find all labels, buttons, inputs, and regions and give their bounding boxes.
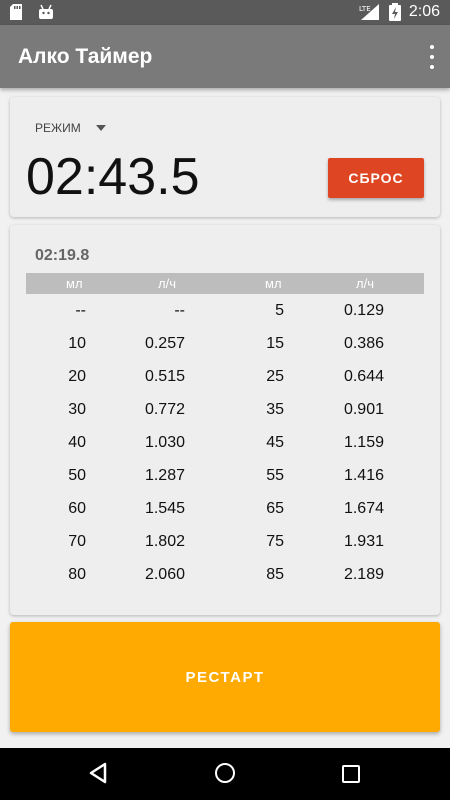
cell: 55: [266, 467, 284, 484]
restart-button[interactable]: РЕСТАРТ: [10, 622, 440, 732]
cell: 80: [68, 566, 86, 583]
table-row: 50 1.287 55 1.416: [10, 465, 440, 498]
timer-card: РЕЖИМ 02:43.5 СБРОС: [10, 97, 440, 217]
header-rate-1: л/ч: [158, 276, 176, 291]
table-row: 60 1.545 65 1.674: [10, 498, 440, 531]
sd-card-icon: [10, 4, 22, 20]
cell: 10: [68, 335, 86, 352]
table-row: 30 0.772 35 0.901: [10, 399, 440, 432]
cell: 2.060: [144, 566, 185, 583]
cell: 1.802: [144, 533, 185, 550]
cell: 25: [266, 368, 284, 385]
cell: 1.030: [144, 434, 185, 451]
table-row: 10 0.257 15 0.386: [10, 333, 440, 366]
cell: 0.386: [343, 335, 384, 352]
clock: 2:06: [408, 3, 440, 20]
cell: 70: [68, 533, 86, 550]
status-bar: LTE 2:06: [0, 0, 450, 25]
app-bar: Алко Таймер: [0, 25, 450, 88]
chevron-down-icon[interactable]: [96, 125, 106, 131]
cell: 75: [266, 533, 284, 550]
table-header: мл л/ч мл л/ч: [26, 273, 424, 294]
header-ml-2: мл: [265, 276, 282, 291]
cell: 65: [266, 500, 284, 517]
table-body[interactable]: -- -- 5 0.129 10 0.257 15 0.386 20 0.515 25 0.644…: [10, 300, 440, 597]
network-label: LTE: [359, 5, 371, 13]
cell: 85: [266, 566, 284, 583]
cell: 2.189: [343, 566, 384, 583]
table-row: 80 2.060 85 2.189: [10, 564, 440, 597]
cell: 0.515: [144, 368, 185, 385]
reset-button[interactable]: СБРОС: [328, 158, 424, 198]
cell: --: [75, 302, 86, 319]
cell: 60: [68, 500, 86, 517]
table-row: 20 0.515 25 0.644: [10, 366, 440, 399]
recents-icon[interactable]: [342, 765, 360, 783]
cell: 1.416: [343, 467, 384, 484]
app-title: Алко Таймер: [18, 45, 153, 68]
cell: 0.257: [144, 335, 185, 352]
cell: --: [174, 302, 185, 319]
cell: 1.931: [343, 533, 384, 550]
signal-icon: LTE: [359, 4, 379, 20]
table-row: -- -- 5 0.129: [10, 300, 440, 333]
cell: 1.287: [144, 467, 185, 484]
cell: 1.545: [144, 500, 185, 517]
cell: 15: [266, 335, 284, 352]
back-icon[interactable]: [88, 762, 108, 784]
cell: 40: [68, 434, 86, 451]
overflow-menu-icon[interactable]: [428, 45, 436, 69]
cell: 35: [266, 401, 284, 418]
home-icon[interactable]: [215, 763, 235, 783]
cell: 50: [68, 467, 86, 484]
rate-table-card: 02:19.8 мл л/ч мл л/ч -- -- 5 0.129 10 0.257…: [10, 225, 440, 615]
header-ml-1: мл: [66, 276, 83, 291]
lap-time: 02:19.8: [35, 247, 90, 264]
cell: 0.129: [343, 302, 384, 319]
header-rate-2: л/ч: [356, 276, 374, 291]
cell: 20: [68, 368, 86, 385]
android-icon: [39, 4, 53, 19]
cell: 1.159: [343, 434, 384, 451]
mode-dropdown-label[interactable]: РЕЖИМ: [35, 121, 81, 135]
cell: 45: [266, 434, 284, 451]
battery-charging-icon: [388, 3, 401, 21]
cell: 0.644: [343, 368, 384, 385]
cell: 1.674: [343, 500, 384, 517]
cell: 0.772: [144, 401, 185, 418]
cell: 30: [68, 401, 86, 418]
table-row: 70 1.802 75 1.931: [10, 531, 440, 564]
elapsed-time: 02:43.5: [26, 148, 200, 206]
navigation-bar: [0, 748, 450, 800]
table-row: 40 1.030 45 1.159: [10, 432, 440, 465]
cell: 5: [275, 302, 284, 319]
cell: 0.901: [343, 401, 384, 418]
